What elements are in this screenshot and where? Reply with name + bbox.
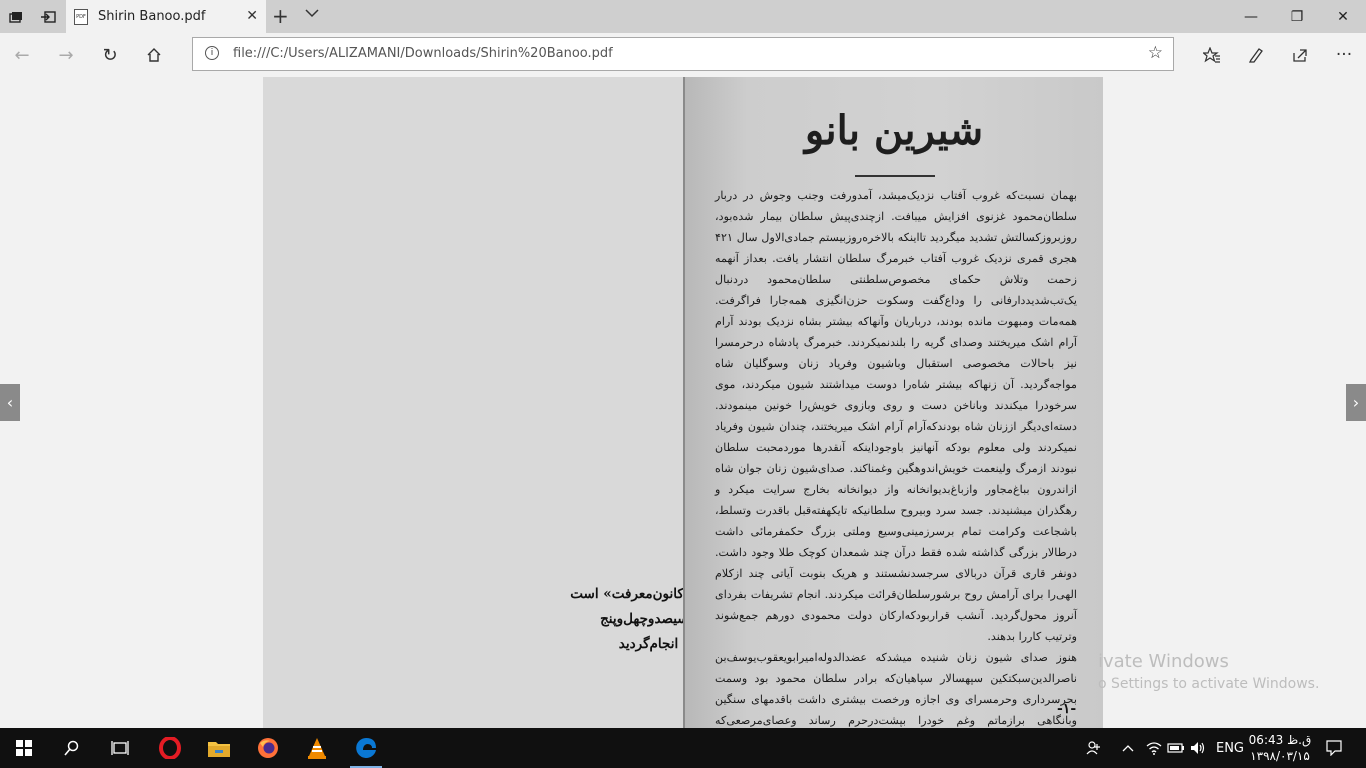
pdf-file-icon: PDF: [74, 9, 88, 25]
vlc-icon: [308, 738, 326, 759]
taskbar: ENG 06:43 ق.ظ ۱۳۹۸/۰۳/۱۵: [0, 728, 1366, 768]
info-icon[interactable]: i: [205, 46, 219, 60]
arrow-right-icon: →: [58, 44, 74, 66]
search-button[interactable]: [48, 728, 96, 768]
chevron-down-icon[interactable]: [305, 7, 319, 21]
scanned-page: شیرین بانو بهمان نسبت‌که غروب آفتاب نزدی…: [685, 77, 1103, 728]
firefox-taskbar-button[interactable]: [244, 728, 292, 768]
more-button[interactable]: ···: [1322, 33, 1366, 77]
refresh-button[interactable]: ↻: [88, 33, 132, 77]
clock[interactable]: 06:43 ق.ظ ۱۳۹۸/۰۳/۱۵: [1248, 732, 1312, 764]
restore-button[interactable]: ❐: [1274, 0, 1320, 33]
paragraph: بهمان نسبت‌که غروب آفتاب نزدیک‌میشد، آمد…: [715, 189, 1077, 643]
tab-bar: PDF Shirin Banoo.pdf ✕ + — ❐ ✕: [0, 0, 1366, 33]
more-icon: ···: [1335, 45, 1353, 65]
language-indicator[interactable]: ENG: [1210, 728, 1250, 768]
watermark-line: ivate Windows: [1098, 651, 1229, 672]
firefox-icon: [258, 738, 278, 758]
refresh-icon: ↻: [102, 44, 118, 66]
arrow-left-icon: ←: [14, 44, 30, 66]
clock-time: 06:43 ق.ظ: [1248, 733, 1312, 747]
share-button[interactable]: [1278, 33, 1322, 77]
home-icon: [147, 48, 161, 62]
tab-title: Shirin Banoo.pdf: [98, 9, 206, 24]
volume-button[interactable]: [1188, 728, 1208, 768]
chevron-up-icon: [1122, 745, 1134, 752]
page-text: بهمان نسبت‌که غروب آفتاب نزدیک‌میشد، آمد…: [715, 185, 1077, 728]
watermark-line: o Settings to activate Windows.: [1098, 676, 1320, 692]
battery-icon: [1167, 743, 1184, 753]
notification-icon: [1326, 740, 1342, 756]
favorites-button[interactable]: [1190, 33, 1234, 77]
clock-date: ۱۳۹۸/۰۳/۱۵: [1250, 749, 1310, 763]
paragraph: هنوز صدای شیون زنان شنیده میشدکه عضدالدو…: [715, 651, 1077, 727]
activation-watermark: ivate Windows o Settings to activate Win…: [1098, 651, 1319, 692]
wifi-button[interactable]: [1144, 728, 1164, 768]
wifi-icon: [1146, 742, 1162, 755]
tab-shirin-banoo[interactable]: PDF Shirin Banoo.pdf ✕: [66, 0, 266, 33]
vlc-taskbar-button[interactable]: [293, 728, 341, 768]
tabs-aside-icon[interactable]: [0, 0, 31, 33]
file-explorer-taskbar-button[interactable]: [195, 728, 243, 768]
pdf-viewer[interactable]: حق‌چاپ واقتباس محفوظ و مخصوص «کانون‌معرف…: [0, 77, 1366, 728]
task-view-icon: [111, 741, 129, 755]
opera-taskbar-button[interactable]: [146, 728, 194, 768]
title-divider: [855, 175, 935, 177]
page-number: -۱-: [1057, 701, 1077, 717]
address-url[interactable]: file:///C:/Users/ALIZAMANI/Downloads/Shi…: [233, 46, 613, 61]
windows-logo-icon: [16, 740, 32, 756]
edge-icon: [356, 738, 376, 758]
new-tab-icon[interactable]: +: [272, 4, 289, 28]
file-explorer-icon: [208, 742, 230, 757]
people-button[interactable]: [1080, 728, 1108, 768]
pdf-page-right: شیرین بانو بهمان نسبت‌که غروب آفتاب نزدی…: [683, 77, 1103, 728]
set-tabs-aside-icon[interactable]: [32, 0, 63, 33]
action-center-button[interactable]: [1320, 728, 1348, 768]
forward-button[interactable]: →: [44, 33, 88, 77]
pen-icon: [1248, 48, 1263, 63]
share-icon: [1293, 49, 1307, 62]
show-hidden-icons-button[interactable]: [1118, 728, 1138, 768]
navigation-bar: ← → ↻ i file:///C:/Users/ALIZAMANI/Downl…: [0, 33, 1366, 77]
notes-button[interactable]: [1234, 33, 1278, 77]
previous-page-button[interactable]: ‹: [0, 384, 20, 421]
favorites-list-icon: [1203, 47, 1220, 63]
search-icon: [64, 740, 79, 756]
chevron-left-icon: ‹: [6, 393, 14, 412]
close-tab-icon[interactable]: ✕: [246, 8, 258, 24]
address-bar[interactable]: i file:///C:/Users/ALIZAMANI/Downloads/S…: [192, 37, 1174, 71]
home-button[interactable]: [132, 33, 176, 77]
back-button[interactable]: ←: [0, 33, 44, 77]
minimize-button[interactable]: —: [1228, 0, 1274, 33]
close-window-button[interactable]: ✕: [1320, 0, 1366, 33]
speaker-icon: [1191, 742, 1205, 754]
favorite-star-icon[interactable]: ☆: [1148, 43, 1163, 63]
people-icon: [1086, 741, 1100, 755]
pdf-page-left: حق‌چاپ واقتباس محفوظ و مخصوص «کانون‌معرف…: [263, 77, 906, 728]
opera-icon: [159, 737, 181, 759]
next-page-button[interactable]: ›: [1346, 384, 1366, 421]
chevron-right-icon: ›: [1352, 393, 1360, 412]
task-view-button[interactable]: [96, 728, 144, 768]
battery-button[interactable]: [1166, 728, 1186, 768]
book-title: شیرین بانو: [804, 107, 984, 154]
edge-taskbar-button[interactable]: [342, 728, 390, 768]
start-button[interactable]: [0, 728, 48, 768]
